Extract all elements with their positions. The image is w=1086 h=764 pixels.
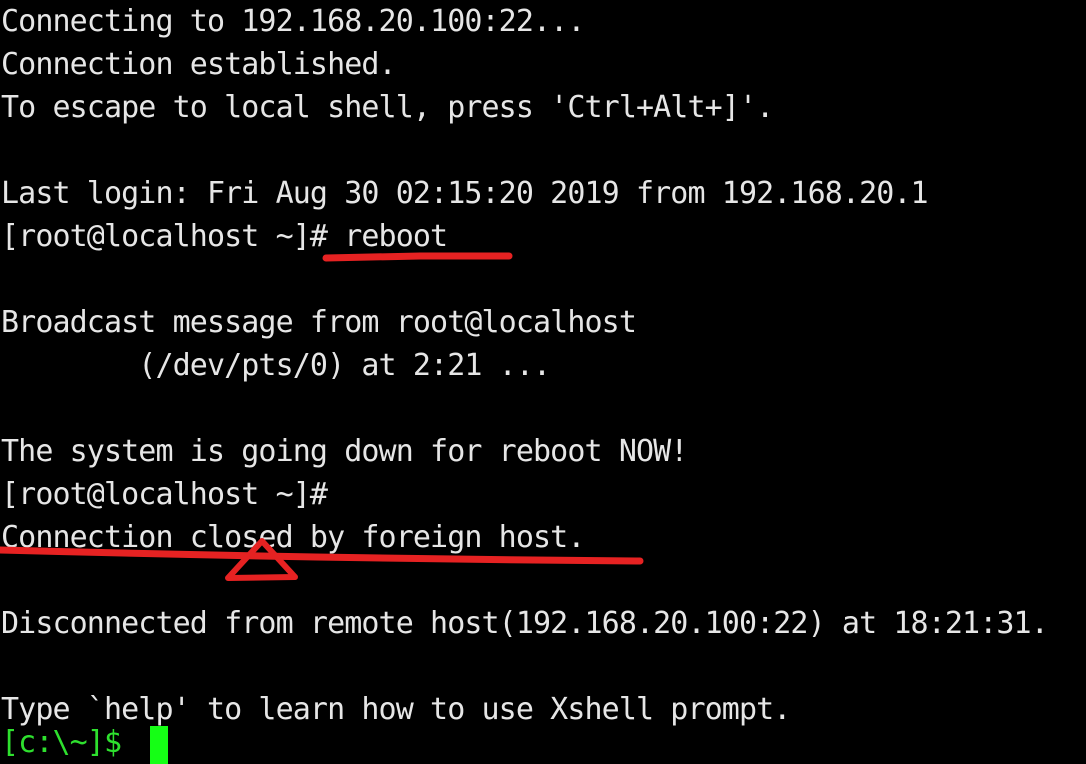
terminal-line: Connection established. [1,47,397,82]
terminal-line-local-prompt: [c:\~]$ [1,725,122,760]
terminal-line: Connection closed by foreign host. [1,520,585,555]
terminal-line: Broadcast message from root@localhost [1,305,637,340]
terminal-screen[interactable]: Connecting to 192.168.20.100:22... Conne… [0,0,1086,764]
terminal-line: Connecting to 192.168.20.100:22... [1,4,585,39]
terminal-line-command: [root@localhost ~]# reboot [1,219,448,254]
terminal-line-prompt: [root@localhost ~]# [1,477,328,512]
terminal-line: (/dev/pts/0) at 2:21 ... [1,348,551,383]
terminal-window[interactable]: Connecting to 192.168.20.100:22... Conne… [0,0,1086,764]
terminal-line: To escape to local shell, press 'Ctrl+Al… [1,90,774,125]
terminal-cursor [150,726,168,764]
terminal-line: The system is going down for reboot NOW! [1,434,688,469]
terminal-line: Disconnected from remote host(192.168.20… [1,606,1049,641]
terminal-line: Last login: Fri Aug 30 02:15:20 2019 fro… [1,176,929,211]
